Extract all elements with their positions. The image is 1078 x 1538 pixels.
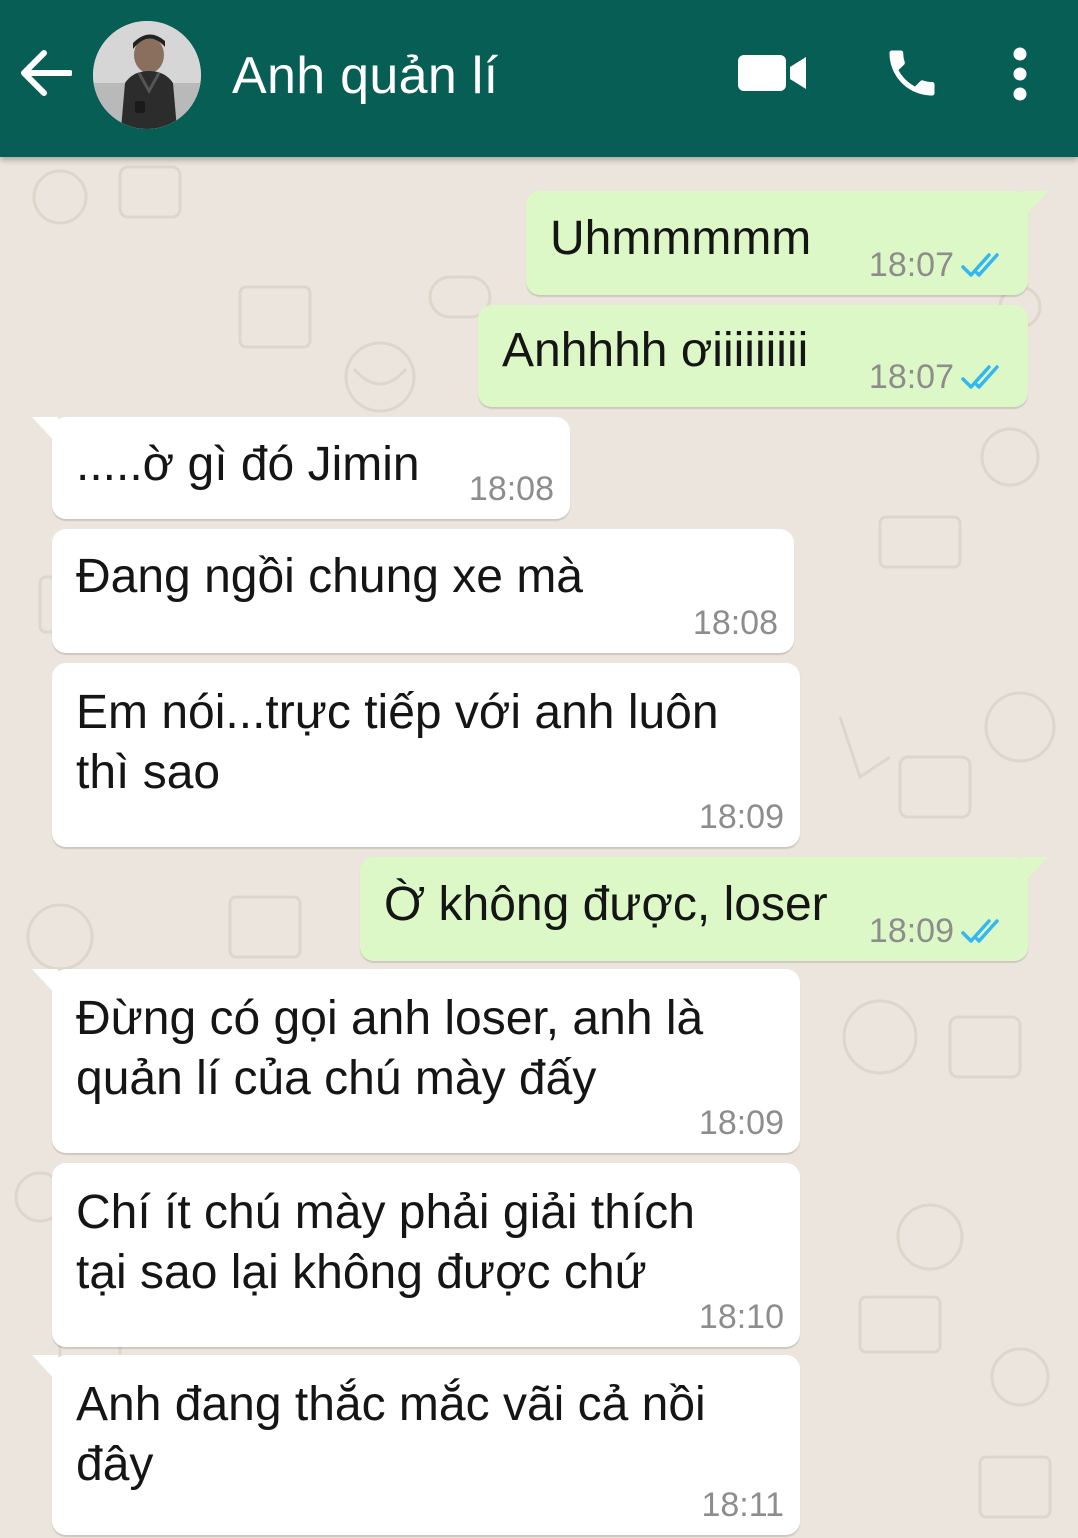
avatar[interactable]	[93, 21, 201, 129]
message-time: 18:09	[698, 798, 784, 836]
message-text: Đừng có gọi anh loser, anh là quản lí củ…	[76, 989, 703, 1109]
more-options-button[interactable]	[992, 38, 1048, 110]
message-meta: 18:09	[869, 913, 1010, 949]
video-call-icon	[738, 55, 806, 91]
message-meta: 18:09	[699, 799, 784, 835]
message-bubble-incoming[interactable]: Chí ít chú mày phải giải thích tại sao l…	[52, 1163, 800, 1347]
message-text: Anhhhh ơiiiiiiiii	[502, 324, 809, 377]
message-time: 18:08	[468, 470, 554, 508]
message-meta: 18:10	[699, 1299, 784, 1335]
message-line: thì sao	[76, 746, 221, 799]
message-text: Uhmmmmm	[550, 212, 812, 265]
message-text: Anh đang thắc mắc vãi cả nồi đây	[76, 1375, 706, 1495]
read-receipt-icon	[961, 919, 999, 943]
message-meta: 18:07	[869, 359, 1010, 395]
message-bubble-incoming[interactable]: Em nói...trực tiếp với anh luôn thì sao …	[52, 663, 800, 847]
bubble-tail	[32, 1355, 58, 1383]
message-line: quản lí của chú mày đấy	[76, 1052, 597, 1105]
message-line: Đừng có gọi anh loser, anh là	[76, 992, 704, 1045]
message-line: tại sao lại không được chứ	[76, 1246, 647, 1299]
message-time: 18:09	[868, 912, 954, 950]
more-vert-icon	[1013, 47, 1027, 101]
message-text: Ờ không được, loser	[384, 878, 828, 931]
avatar-photo	[93, 21, 201, 129]
message-bubble-outgoing[interactable]: Anhhhh ơiiiiiiiii 18:07	[478, 305, 1028, 407]
message-line: đây	[76, 1438, 154, 1491]
message-meta: 18:08	[469, 471, 554, 507]
bubble-tail	[1022, 191, 1048, 219]
message-text: Đang ngồi chung xe mà	[76, 550, 583, 603]
message-time: 18:09	[698, 1104, 784, 1142]
read-receipt-icon	[961, 365, 999, 389]
message-text: Em nói...trực tiếp với anh luôn thì sao	[76, 683, 719, 803]
message-text: .....ờ gì đó Jimin	[76, 438, 420, 491]
message-meta: 18:08	[693, 605, 778, 641]
message-line: Anh đang thắc mắc vãi cả nồi	[76, 1378, 706, 1431]
message-bubble-outgoing[interactable]: Ờ không được, loser 18:09	[360, 857, 1048, 961]
message-bubble-outgoing[interactable]: Uhmmmmm 18:07	[526, 191, 1048, 295]
message-time: 18:08	[692, 604, 778, 642]
message-text: Chí ít chú mày phải giải thích tại sao l…	[76, 1183, 695, 1303]
video-call-button[interactable]	[730, 40, 816, 106]
bubble-tail	[32, 969, 58, 997]
bubble-tail	[1022, 857, 1048, 885]
bubble-tail	[32, 417, 58, 445]
contact-name[interactable]: Anh quản lí	[232, 46, 498, 106]
message-line: Em nói...trực tiếp với anh luôn	[76, 686, 719, 739]
back-arrow-icon	[21, 50, 72, 96]
message-bubble-incoming[interactable]: .....ờ gì đó Jimin 18:08	[32, 417, 570, 519]
message-list[interactable]: Uhmmmmm 18:07 Anhhhh ơiiiiiiiii 18:07 ..…	[0, 157, 1078, 1538]
voice-call-button[interactable]	[872, 36, 952, 110]
message-time: 18:07	[868, 358, 954, 396]
message-bubble-incoming[interactable]: Đang ngồi chung xe mà 18:08	[52, 529, 794, 653]
chat-header: Anh quản lí	[0, 0, 1078, 157]
message-time: 18:07	[868, 246, 954, 284]
message-time: 18:11	[701, 1486, 784, 1524]
phone-icon	[889, 50, 935, 96]
back-button[interactable]	[14, 40, 78, 106]
message-bubble-incoming[interactable]: Đừng có gọi anh loser, anh là quản lí củ…	[32, 969, 800, 1153]
message-line: Chí ít chú mày phải giải thích	[76, 1186, 695, 1239]
message-meta: 18:11	[701, 1487, 784, 1523]
read-receipt-icon	[961, 253, 999, 277]
message-meta: 18:09	[699, 1105, 784, 1141]
message-bubble-incoming[interactable]: Anh đang thắc mắc vãi cả nồi đây 18:11	[32, 1355, 800, 1535]
message-time: 18:10	[698, 1298, 784, 1336]
message-meta: 18:07	[869, 247, 1010, 283]
